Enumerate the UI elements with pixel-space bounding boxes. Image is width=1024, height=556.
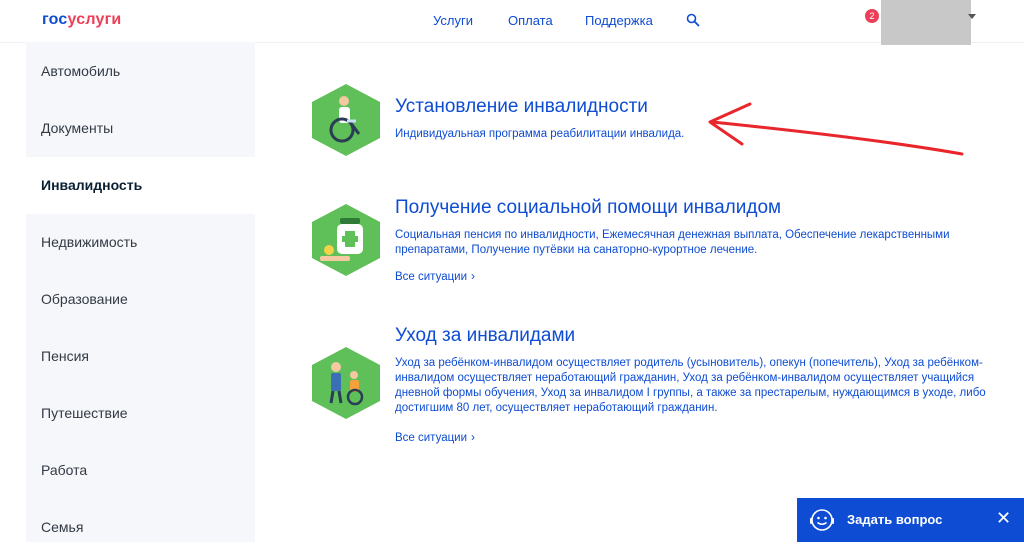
nav-support[interactable]: Поддержка	[585, 13, 653, 28]
support-chat-icon	[810, 509, 834, 531]
sidebar-item-nedvizhimost[interactable]: Недвижимость	[26, 214, 255, 271]
sidebar-item-puteshestvie[interactable]: Путешествие	[26, 385, 255, 442]
nav-payment[interactable]: Оплата	[508, 13, 553, 28]
sidebar-item-avtomobil[interactable]: Автомобиль	[26, 43, 255, 100]
gosuslugi-logo[interactable]: госуслуги	[42, 11, 121, 29]
sidebar-item-rabota[interactable]: Работа	[26, 442, 255, 499]
sidebar-item-dokumenty[interactable]: Документы	[26, 100, 255, 157]
chevron-right-icon: ›	[471, 269, 476, 283]
red-annotation-arrow-icon	[708, 102, 964, 156]
notification-badge[interactable]: 2	[865, 9, 879, 23]
sidebar-item-invalidnost[interactable]: Инвалидность	[26, 157, 255, 214]
chevron-down-icon[interactable]	[968, 14, 976, 19]
wheelchair-icon	[312, 84, 380, 156]
ask-question-widget[interactable]: Задать вопрос ✕	[797, 498, 1024, 542]
sidebar-item-obrazovanie[interactable]: Образование	[26, 271, 255, 328]
logo-part-gos: гос	[42, 11, 68, 28]
section-title[interactable]: Получение социальной помощи инвалидом	[395, 197, 781, 219]
user-avatar[interactable]	[881, 0, 971, 45]
section-social-assistance: Получение социальной помощи инвалидом Со…	[312, 197, 1002, 297]
section-title[interactable]: Установление инвалидности	[395, 96, 648, 118]
chevron-right-icon: ›	[471, 430, 476, 444]
all-situations-link[interactable]: Все ситуации ›	[395, 430, 475, 444]
section-description: Социальная пенсия по инвалидности, Ежеме…	[395, 229, 950, 256]
caregiver-icon	[312, 347, 380, 419]
section-description: Уход за ребёнком-инвалидом осуществляет …	[395, 357, 986, 414]
all-situations-link[interactable]: Все ситуации ›	[395, 269, 475, 283]
section-title[interactable]: Уход за инвалидами	[395, 325, 575, 347]
link-label: Все ситуации	[395, 432, 468, 444]
sidebar-item-pensiya[interactable]: Пенсия	[26, 328, 255, 385]
close-icon[interactable]: ✕	[996, 508, 1011, 528]
section-care-for-disabled: Уход за инвалидами Уход за ребёнком-инва…	[312, 325, 1002, 455]
logo-part-uslugi: услуги	[67, 11, 122, 28]
link-label: Все ситуации	[395, 271, 468, 283]
category-sidebar: Автомобиль Документы Инвалидность Недвиж…	[26, 42, 255, 542]
nav-services[interactable]: Услуги	[433, 13, 473, 28]
sidebar-item-semya[interactable]: Семья	[26, 499, 255, 556]
ask-question-label: Задать вопрос	[847, 512, 943, 527]
top-header: госуслуги Услуги Оплата Поддержка 2	[0, 0, 1024, 45]
search-icon[interactable]	[686, 13, 700, 27]
medicine-jar-icon	[312, 204, 380, 276]
